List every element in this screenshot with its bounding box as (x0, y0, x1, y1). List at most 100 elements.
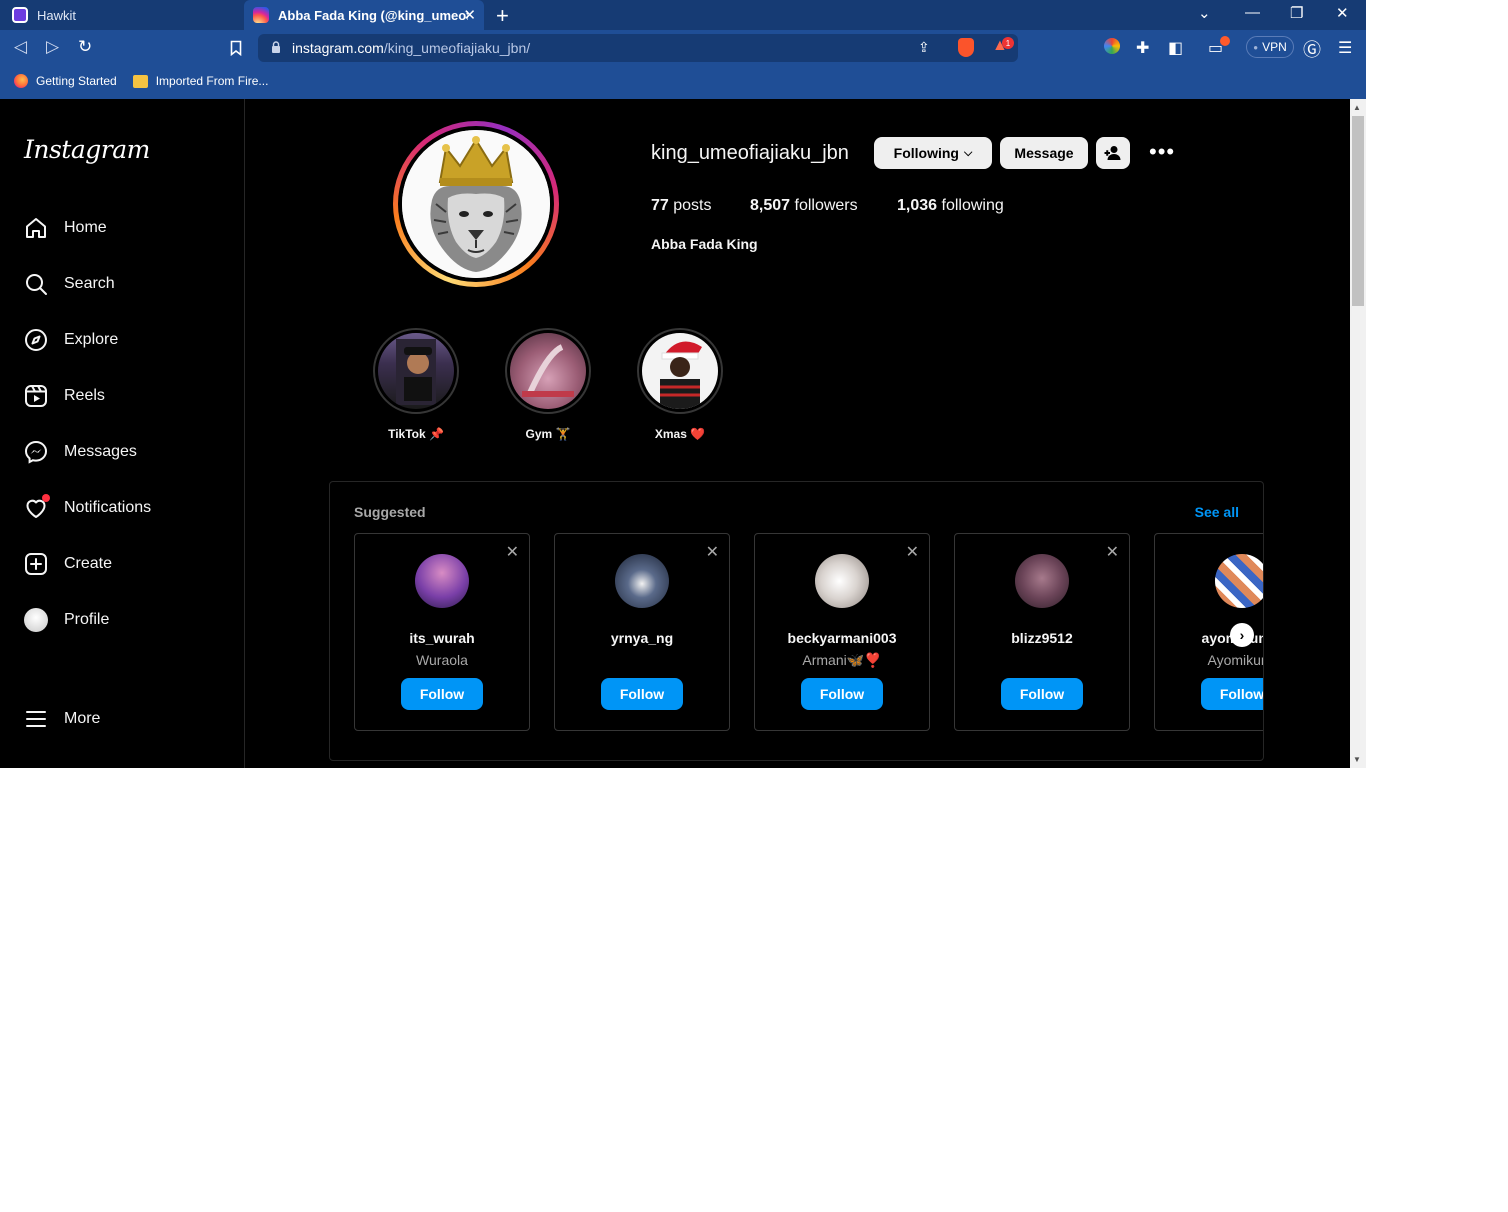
following-count[interactable]: 1,036 following (897, 197, 1004, 215)
highlight-label: Xmas ❤️ (654, 427, 706, 441)
sidebar-item-notifications[interactable]: Notifications (24, 494, 151, 521)
highlight-xmas[interactable]: Xmas ❤️ (637, 328, 723, 441)
bookmark-imported-folder[interactable]: Imported From Fire... (132, 74, 268, 88)
forward-icon[interactable]: ▷ (46, 37, 59, 57)
following-button-label: Following (893, 145, 959, 161)
folder-icon (132, 74, 148, 88)
scrollbar-thumb[interactable] (1352, 116, 1364, 306)
next-chevron-icon[interactable]: › (1230, 623, 1254, 647)
follow-button[interactable]: Follow (401, 678, 483, 710)
address-bar[interactable]: instagram.com/king_umeofiajiaku_jbn/ ⇪ ▲… (258, 34, 1018, 62)
scroll-down-icon[interactable]: ▼ (1353, 755, 1361, 764)
suggested-avatar[interactable] (1015, 554, 1069, 608)
suggest-people-button[interactable] (1096, 137, 1130, 169)
bookmarks-bar: Getting Started Imported From Fire... (0, 66, 1366, 96)
tab-list-chevron-icon[interactable]: ⌄ (1198, 4, 1211, 22)
minimize-icon[interactable]: — (1245, 4, 1260, 21)
suggested-card: ✕ yrnya_ng Follow (554, 533, 730, 731)
suggested-username[interactable]: its_wurah (355, 630, 529, 646)
suggested-avatar[interactable] (615, 554, 669, 608)
bookmark-icon[interactable] (230, 40, 242, 56)
sidebar-item-label: Search (64, 275, 115, 292)
message-button[interactable]: Message (1000, 137, 1088, 169)
rewards-badge: 1 (1002, 37, 1014, 49)
grammarly-icon[interactable]: Ⓖ (1303, 36, 1321, 62)
sidebar-item-label: Explore (64, 331, 119, 348)
suggested-card: ✕ blizz9512 Follow (954, 533, 1130, 731)
suggested-subtitle: Armani🦋❣️ (802, 652, 882, 668)
avatar-icon (24, 608, 48, 632)
sidebar-item-search[interactable]: Search (24, 271, 115, 297)
lion-crown-avatar-image (402, 130, 550, 278)
options-more-icon[interactable]: ••• (1149, 139, 1175, 165)
scroll-up-icon[interactable]: ▲ (1353, 103, 1361, 112)
navigation-row: ◁ ▷ ↻ instagram.com/king_umeofiajiaku_jb… (0, 30, 1366, 66)
new-tab-icon[interactable]: + (496, 3, 509, 29)
highlight-cover-image (642, 333, 718, 409)
profile-main: king_umeofiajiaku_jbn Following ⌵ Messag… (245, 99, 1350, 768)
suggested-avatar[interactable] (415, 554, 469, 608)
highlight-gym[interactable]: Gym 🏋 (505, 328, 591, 441)
profile-avatar[interactable] (393, 121, 559, 287)
following-button[interactable]: Following ⌵ (874, 137, 992, 169)
instagram-logo[interactable]: Instagram (24, 135, 150, 164)
back-icon[interactable]: ◁ (14, 37, 27, 57)
vpn-label: VPN (1262, 40, 1287, 54)
screen: Hawkit Abba Fada King (@king_umeofiajiak… (0, 0, 1366, 768)
home-icon (24, 216, 48, 240)
restore-icon[interactable]: ❐ (1290, 4, 1303, 22)
suggested-avatar[interactable] (1215, 554, 1263, 608)
dismiss-close-icon[interactable]: ✕ (1106, 542, 1119, 562)
suggested-username[interactable]: blizz9512 (955, 630, 1129, 646)
tab-title: Abba Fada King (@king_umeofiajiaku_jbn) (278, 7, 468, 23)
extensions-puzzle-icon[interactable]: ✚ (1136, 38, 1149, 58)
sidebar-toggle-icon[interactable]: ◧ (1168, 38, 1183, 58)
sidebar-item-profile[interactable]: Profile (24, 607, 109, 633)
follow-button[interactable]: Follow (1001, 678, 1083, 710)
followers-count[interactable]: 8,507 followers (750, 197, 858, 215)
hamburger-menu-icon (24, 707, 48, 731)
menu-icon[interactable]: ☰ (1338, 38, 1352, 58)
highlight-cover-image (510, 333, 586, 409)
suggested-avatar[interactable] (815, 554, 869, 608)
follow-button[interactable]: Follow (1201, 678, 1263, 710)
reload-icon[interactable]: ↻ (78, 37, 92, 57)
see-all-link[interactable]: See all (1195, 504, 1239, 520)
chevron-down-icon: ⌵ (963, 146, 973, 159)
bookmark-getting-started[interactable]: Getting Started (14, 74, 117, 88)
highlight-tiktok[interactable]: TikTok 📌 (373, 328, 459, 441)
sidebar-item-label: More (64, 710, 101, 727)
add-person-icon (1104, 146, 1121, 160)
close-window-icon[interactable]: ✕ (1336, 4, 1349, 22)
share-icon[interactable]: ⇪ (918, 39, 930, 56)
wallet-badge (1220, 36, 1230, 46)
dismiss-close-icon[interactable]: ✕ (706, 542, 719, 562)
heart-icon (24, 494, 50, 520)
tab-hawkit[interactable]: Hawkit (0, 0, 242, 30)
sidebar-item-create[interactable]: Create (24, 551, 112, 577)
suggested-card: ✕ beckyarmani003 Armani🦋❣️ Follow (754, 533, 930, 731)
sidebar-item-reels[interactable]: Reels (24, 383, 105, 409)
suggested-username[interactable]: beckyarmani003 (755, 630, 929, 646)
brave-shields-icon[interactable] (958, 38, 974, 57)
sidebar-item-label: Home (64, 219, 107, 236)
sidebar-item-explore[interactable]: Explore (24, 327, 118, 353)
sidebar-item-more[interactable]: More (24, 706, 100, 732)
dismiss-close-icon[interactable]: ✕ (506, 542, 519, 562)
extension-colorful-icon[interactable] (1104, 38, 1120, 54)
highlight-label: TikTok 📌 (388, 427, 444, 441)
suggested-username[interactable]: yrnya_ng (555, 630, 729, 646)
instagram-favicon-icon (253, 7, 269, 23)
follow-button[interactable]: Follow (801, 678, 883, 710)
vpn-button[interactable]: ● VPN (1246, 36, 1294, 58)
tab-instagram[interactable]: Abba Fada King (@king_umeofiajiaku_jbn) … (244, 0, 484, 30)
hawkit-favicon-icon (12, 7, 28, 23)
instagram-page: Instagram Home Search Explore Reels Mess… (0, 99, 1366, 768)
sidebar-item-messages[interactable]: Messages (24, 439, 137, 465)
sidebar-item-home[interactable]: Home (24, 215, 107, 241)
follow-button[interactable]: Follow (601, 678, 683, 710)
page-scrollbar[interactable]: ▲ ▼ (1350, 99, 1366, 768)
dismiss-close-icon[interactable]: ✕ (906, 542, 919, 562)
close-tab-icon[interactable]: ✕ (463, 6, 476, 24)
suggested-subtitle: Wuraola (416, 652, 468, 668)
